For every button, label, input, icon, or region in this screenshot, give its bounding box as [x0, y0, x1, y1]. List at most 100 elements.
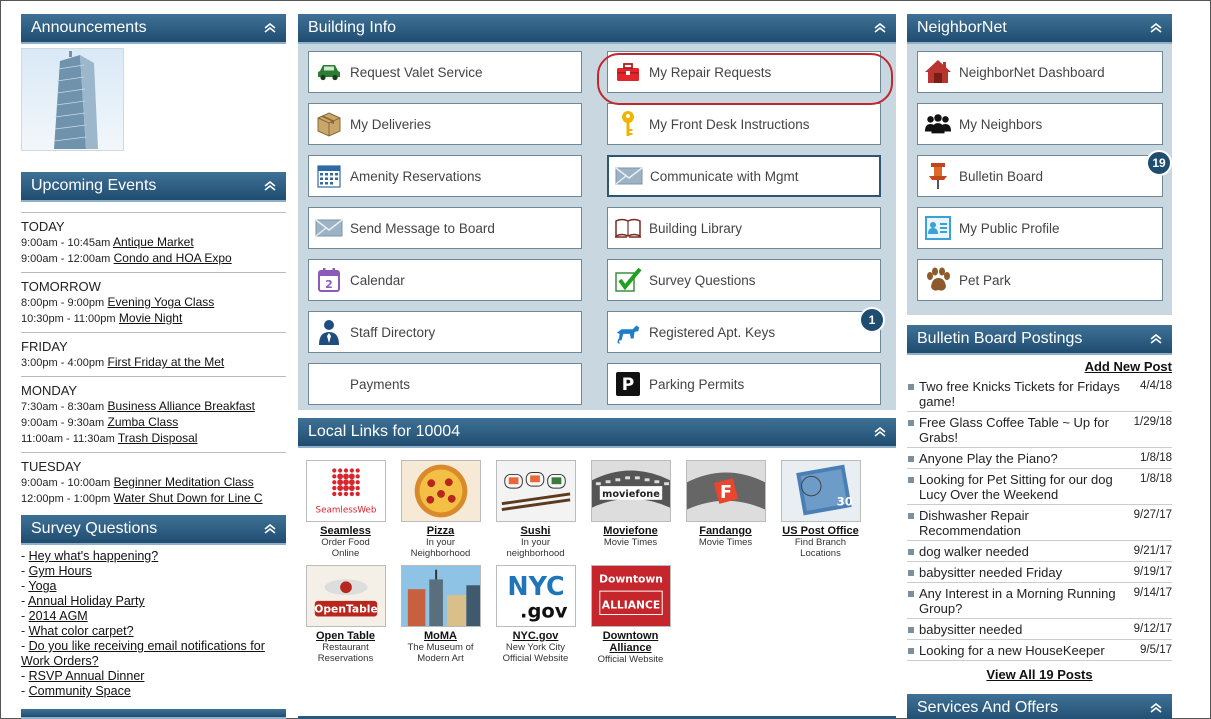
sushi-thumbnail[interactable] — [495, 460, 576, 522]
local-link-name[interactable]: Open Table — [298, 630, 393, 642]
collapse-icon[interactable] — [874, 23, 886, 33]
seamless-thumbnail[interactable]: SeamlessWeb — [305, 460, 386, 522]
collapse-icon[interactable] — [264, 23, 276, 33]
bulletin-post-row[interactable]: Anyone Play the Piano? 1/8/18 — [907, 448, 1172, 469]
local-link-name[interactable]: Pizza — [393, 525, 488, 537]
bulletin-post-row[interactable]: Looking for a new HouseKeeper 9/5/17 — [907, 640, 1172, 661]
local-link-name[interactable]: NYC.gov — [488, 630, 583, 642]
calendar-button[interactable]: 2 Calendar — [308, 259, 582, 301]
event-link[interactable]: Trash Disposal — [118, 431, 198, 445]
bulletin-post-title[interactable]: Anyone Play the Piano? — [919, 451, 1132, 466]
local-link-fandango[interactable]: F Fandango Movie Times — [678, 460, 773, 559]
local-link-name[interactable]: Moviefone — [583, 525, 678, 537]
bulletin-post-title[interactable]: Dishwasher Repair Recommendation — [919, 508, 1132, 538]
local-link-name[interactable]: Sushi — [488, 525, 583, 537]
local-link-sushi[interactable]: Sushi In your neighborhood — [488, 460, 583, 559]
survey-questions-button[interactable]: Survey Questions — [607, 259, 881, 301]
my-repair-requests-button[interactable]: My Repair Requests — [607, 51, 881, 93]
bulletin-post-title[interactable]: Any Interest in a Morning Running Group? — [919, 586, 1132, 616]
survey-link[interactable]: Gym Hours — [29, 564, 92, 578]
collapse-icon[interactable] — [1150, 23, 1162, 33]
bulletin-post-title[interactable]: dog walker needed — [919, 544, 1132, 559]
my-public-profile-button[interactable]: My Public Profile — [917, 207, 1163, 249]
staff-directory-button[interactable]: Staff Directory — [308, 311, 582, 353]
event-link[interactable]: Zumba Class — [108, 415, 179, 429]
send-message-to-board-button[interactable]: Send Message to Board — [308, 207, 582, 249]
event-link[interactable]: Evening Yoga Class — [108, 295, 215, 309]
local-link-pizza[interactable]: Pizza In your Neighborhood — [393, 460, 488, 559]
neighbornet-dashboard-button[interactable]: NeighborNet Dashboard — [917, 51, 1163, 93]
bulletin-post-title[interactable]: babysitter needed Friday — [919, 565, 1132, 580]
moviefone-thumbnail[interactable]: moviefone — [590, 460, 671, 522]
downtown-alliance-thumbnail[interactable]: Downtown ALLIANCE — [590, 565, 671, 627]
amenity-reservations-button[interactable]: Amenity Reservations — [308, 155, 582, 197]
bulletin-post-row[interactable]: Two free Knicks Tickets for Fridays game… — [907, 376, 1172, 412]
bulletin-post-row[interactable]: babysitter needed 9/12/17 — [907, 619, 1172, 640]
bulletin-post-row[interactable]: dog walker needed 9/21/17 — [907, 541, 1172, 562]
event-link[interactable]: First Friday at the Met — [108, 355, 225, 369]
building-library-button[interactable]: Building Library — [607, 207, 881, 249]
survey-link[interactable]: Community Space — [29, 684, 131, 698]
bulletin-post-row[interactable]: Any Interest in a Morning Running Group?… — [907, 583, 1172, 619]
survey-link[interactable]: 2014 AGM — [29, 609, 88, 623]
local-link-moma[interactable]: MoMA The Museum of Modern Art — [393, 565, 488, 665]
event-link[interactable]: Movie Night — [119, 311, 182, 325]
event-link[interactable]: Business Alliance Breakfast — [108, 399, 255, 413]
bulletin-post-title[interactable]: Free Glass Coffee Table ~ Up for Grabs! — [919, 415, 1132, 445]
neighbornet-header[interactable]: NeighborNet — [907, 14, 1172, 44]
bulletin-board-header[interactable]: Bulletin Board Postings — [907, 325, 1172, 355]
survey-link[interactable]: Do you like receiving email notification… — [21, 639, 265, 668]
collapse-icon[interactable] — [874, 427, 886, 437]
survey-link[interactable]: RSVP Annual Dinner — [29, 669, 145, 683]
payments-button[interactable]: Payments — [308, 363, 582, 405]
local-link-name[interactable]: MoMA — [393, 630, 488, 642]
bulletin-post-row[interactable]: Looking for Pet Sitting for our dog Lucy… — [907, 469, 1172, 505]
survey-link[interactable]: Yoga — [28, 579, 56, 593]
event-link[interactable]: Water Shut Down for Line C — [114, 491, 263, 505]
bulletin-post-row[interactable]: Dishwasher Repair Recommendation 9/27/17 — [907, 505, 1172, 541]
fandango-thumbnail[interactable]: F — [685, 460, 766, 522]
building-info-header[interactable]: Building Info — [298, 14, 896, 44]
local-link-name[interactable]: US Post Office — [773, 525, 868, 537]
local-link-moviefone[interactable]: moviefone Moviefone Movie Times — [583, 460, 678, 559]
local-link-us-post-office[interactable]: 30 US Post Office Find Branch Locations — [773, 460, 868, 559]
pizza-thumbnail[interactable] — [400, 460, 481, 522]
survey-link[interactable]: What color carpet? — [29, 624, 134, 638]
announcement-building-image[interactable] — [21, 48, 124, 151]
bulletin-post-title[interactable]: Looking for Pet Sitting for our dog Lucy… — [919, 472, 1132, 502]
event-link[interactable]: Condo and HOA Expo — [114, 251, 232, 265]
upcoming-events-header[interactable]: Upcoming Events — [21, 172, 286, 202]
survey-link[interactable]: Hey what's happening? — [29, 549, 159, 563]
local-links-header[interactable]: Local Links for 10004 — [298, 418, 896, 448]
bulletin-post-title[interactable]: babysitter needed — [919, 622, 1132, 637]
local-link-name[interactable]: Downtown Alliance — [583, 630, 678, 654]
communicate-with-mgmt-button[interactable]: Communicate with Mgmt — [607, 155, 881, 197]
collapse-icon[interactable] — [1150, 334, 1162, 344]
survey-questions-header[interactable]: Survey Questions — [21, 515, 286, 545]
local-link-downtown-alliance[interactable]: Downtown ALLIANCE Downtown Alliance Officia… — [583, 565, 678, 665]
collapse-icon[interactable] — [264, 181, 276, 191]
my-deliveries-button[interactable]: My Deliveries — [308, 103, 582, 145]
add-new-post-link[interactable]: Add New Post — [1085, 359, 1172, 374]
event-link[interactable]: Antique Market — [113, 235, 194, 249]
event-link[interactable]: Beginner Meditation Class — [114, 475, 254, 489]
local-link-nyc-gov[interactable]: NYC .gov NYC.gov New York City Official Webs… — [488, 565, 583, 665]
bulletin-post-title[interactable]: Looking for a new HouseKeeper — [919, 643, 1132, 658]
local-link-name[interactable]: Fandango — [678, 525, 773, 537]
open-table-thumbnail[interactable]: OpenTable — [305, 565, 386, 627]
request-valet-service-button[interactable]: Request Valet Service — [308, 51, 582, 93]
view-all-posts-link[interactable]: View All 19 Posts — [986, 667, 1092, 682]
my-front-desk-instructions-button[interactable]: My Front Desk Instructions — [607, 103, 881, 145]
services-header[interactable]: Services And Offers — [907, 694, 1172, 719]
bulletin-post-row[interactable]: Free Glass Coffee Table ~ Up for Grabs! 1… — [907, 412, 1172, 448]
bulletin-post-title[interactable]: Two free Knicks Tickets for Fridays game… — [919, 379, 1132, 409]
parking-permits-button[interactable]: P Parking Permits — [607, 363, 881, 405]
my-neighbors-button[interactable]: My Neighbors — [917, 103, 1163, 145]
survey-link[interactable]: Annual Holiday Party — [28, 594, 145, 608]
announcements-header[interactable]: Announcements — [21, 14, 286, 44]
registered-apt-keys-button[interactable]: Registered Apt. Keys 1 — [607, 307, 885, 353]
local-link-seamless[interactable]: SeamlessWeb Seamless Order Food Online — [298, 460, 393, 559]
moma-thumbnail[interactable] — [400, 565, 481, 627]
nyc-gov-thumbnail[interactable]: NYC .gov — [495, 565, 576, 627]
pet-park-button[interactable]: Pet Park — [917, 259, 1163, 301]
